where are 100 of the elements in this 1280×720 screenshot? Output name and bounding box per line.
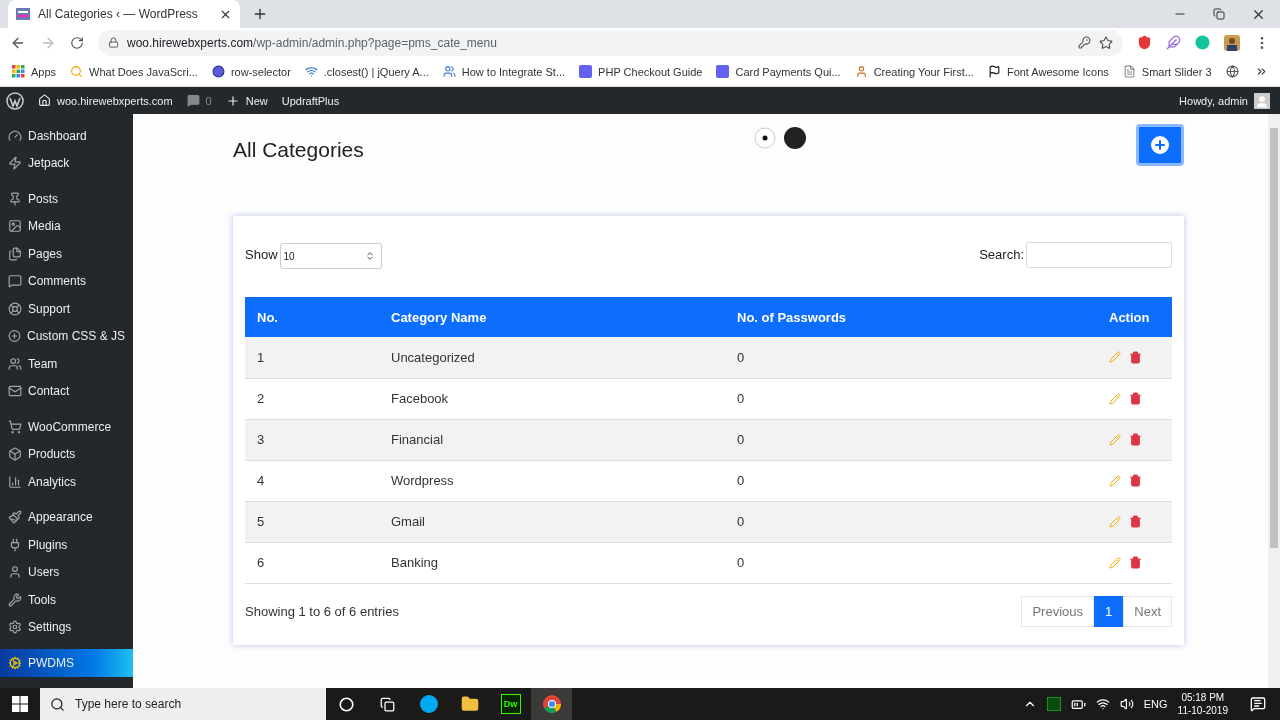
page-title: All Categories: [233, 138, 364, 162]
taskbar-search-field[interactable]: Type here to search: [40, 688, 326, 720]
pagination-link[interactable]: 1: [1094, 595, 1124, 627]
search-label: Search:: [979, 247, 1024, 262]
chrome-logo-icon: [542, 695, 561, 713]
page-size-select[interactable]: 10: [279, 243, 382, 269]
bookmark-link[interactable]: What Does JavaScri...: [70, 65, 198, 78]
new-link[interactable]: New: [225, 93, 268, 108]
trash-icon[interactable]: [1129, 474, 1142, 487]
user-icon: [854, 65, 868, 78]
language-indicator[interactable]: ENG: [1143, 698, 1168, 710]
bookmark-link[interactable]: PHP Checkout Guide: [579, 65, 703, 78]
circle-icon: [339, 696, 354, 712]
more-bookmarks-icon[interactable]: [1255, 65, 1268, 78]
account-link[interactable]: Howdy, admin: [1179, 92, 1270, 109]
restore-icon[interactable]: [1213, 8, 1225, 20]
add-category-button[interactable]: [1136, 124, 1184, 166]
scrollbar[interactable]: [1268, 114, 1280, 688]
avatar-icon: [1254, 92, 1270, 109]
table-cell: 6: [245, 542, 379, 583]
sidebar-item[interactable]: Support: [0, 295, 133, 323]
table-cell: Wordpress: [379, 460, 725, 501]
feather-icon[interactable]: [1166, 35, 1181, 50]
column-header[interactable]: No.: [245, 297, 379, 337]
sidebar-item[interactable]: Media: [0, 212, 133, 240]
sidebar-item[interactable]: Appearance: [0, 503, 133, 531]
clock-date[interactable]: 11-10-2019: [1177, 704, 1228, 717]
shield-icon[interactable]: [1137, 35, 1152, 50]
sidebar-item[interactable]: Pages: [0, 240, 133, 268]
bookmark-link[interactable]: Card Payments Qui...: [716, 65, 841, 78]
sidebar-item[interactable]: Plugins: [0, 531, 133, 559]
new-tab-icon[interactable]: [252, 6, 268, 22]
bookmark-link[interactable]: Creating Your First...: [854, 65, 974, 78]
square-icon: [716, 65, 730, 78]
bar-chart-icon: [8, 474, 22, 489]
dreamweaver-button[interactable]: Dw: [490, 688, 531, 720]
bookmark-link[interactable]: Apps: [12, 65, 57, 78]
favicon-icon: [16, 8, 30, 20]
search-field[interactable]: [1026, 241, 1172, 268]
trash-icon[interactable]: [1129, 392, 1142, 405]
pages-icon: [8, 246, 22, 261]
home-icon: [38, 94, 51, 107]
globe-icon[interactable]: [1225, 65, 1239, 78]
tray-app-icon[interactable]: [1046, 697, 1061, 711]
wordpress-logo-icon[interactable]: [6, 91, 24, 110]
dark-circle-icon[interactable]: [783, 127, 806, 149]
profile-avatar-icon[interactable]: [1224, 34, 1240, 51]
sidebar-item[interactable]: Jetpack: [0, 149, 133, 177]
star-icon[interactable]: [1099, 35, 1113, 50]
sidebar-item[interactable]: Custom CSS & JS: [0, 322, 133, 350]
bookmark-link[interactable]: Font Awesome Icons: [987, 65, 1109, 78]
mail-icon: [8, 384, 22, 399]
volume-icon[interactable]: [1119, 697, 1134, 711]
chrome-button[interactable]: [531, 688, 572, 720]
sidebar-item[interactable]: Analytics: [0, 468, 133, 496]
plugin-link[interactable]: UpdraftPlus: [281, 94, 340, 107]
sidebar-item[interactable]: Comments: [0, 267, 133, 295]
sidebar-item[interactable]: Users: [0, 558, 133, 586]
show-label: Show: [245, 247, 278, 262]
sidebar-item[interactable]: Posts: [0, 185, 133, 213]
sidebar-item[interactable]: Products: [0, 440, 133, 468]
bookmark-link[interactable]: How to Integrate St...: [442, 65, 566, 78]
table-cell: Banking: [379, 542, 725, 583]
column-header[interactable]: No. of Passwords: [725, 297, 1097, 337]
sidebar-item[interactable]: Team: [0, 350, 133, 378]
search-placeholder: Type here to search: [75, 697, 182, 711]
square-icon: [579, 65, 593, 78]
trash-icon[interactable]: [1129, 515, 1142, 528]
radio-dot-icon[interactable]: [753, 127, 776, 149]
trash-icon[interactable]: [1129, 433, 1142, 446]
pagination-link[interactable]: Next: [1123, 595, 1172, 627]
trash-icon[interactable]: [1129, 556, 1142, 569]
comments-link[interactable]: 0: [186, 94, 212, 107]
bookmark-link[interactable]: Smart Slider 3: [1122, 65, 1212, 78]
table-cell: 1: [245, 337, 379, 378]
sidebar-item[interactable]: WooCommerce: [0, 413, 133, 441]
sidebar-item[interactable]: Settings: [0, 613, 133, 641]
browser-tab[interactable]: All Categories ‹ — WordPress: [8, 0, 240, 28]
pagination-link[interactable]: Previous: [1021, 595, 1095, 627]
clock-time[interactable]: 05:18 PM: [1181, 691, 1225, 704]
sidebar-item[interactable]: Tools: [0, 586, 133, 614]
sidebar-item[interactable]: Contact: [0, 377, 133, 405]
bookmark-link[interactable]: row-selector: [211, 65, 291, 78]
trash-icon[interactable]: [1129, 350, 1142, 364]
lock-icon: [108, 37, 119, 48]
sidebar-item[interactable]: Dashboard: [0, 122, 133, 150]
table-cell: 5: [245, 501, 379, 542]
notifications-icon[interactable]: [1250, 696, 1266, 712]
reload-icon[interactable]: [70, 35, 84, 50]
wifi-icon[interactable]: [1095, 697, 1110, 711]
sidebar-item[interactable]: PWDMS: [0, 649, 133, 677]
site-link[interactable]: woo.hirewebxperts.com: [38, 94, 173, 107]
column-header[interactable]: Category Name: [379, 297, 725, 337]
key-icon[interactable]: [1078, 36, 1091, 49]
url-host: woo.hirewebxperts.com: [127, 35, 254, 50]
address-bar[interactable]: woo.hirewebxperts.com/wp-admin/admin.php?page=pms_cate_menu: [98, 29, 1123, 56]
column-header[interactable]: Action: [1097, 297, 1172, 337]
bookmark-link[interactable]: .closest() | jQuery A...: [304, 65, 429, 78]
sort-caret-icon: [364, 251, 375, 261]
apps-grid-icon: [12, 65, 25, 78]
